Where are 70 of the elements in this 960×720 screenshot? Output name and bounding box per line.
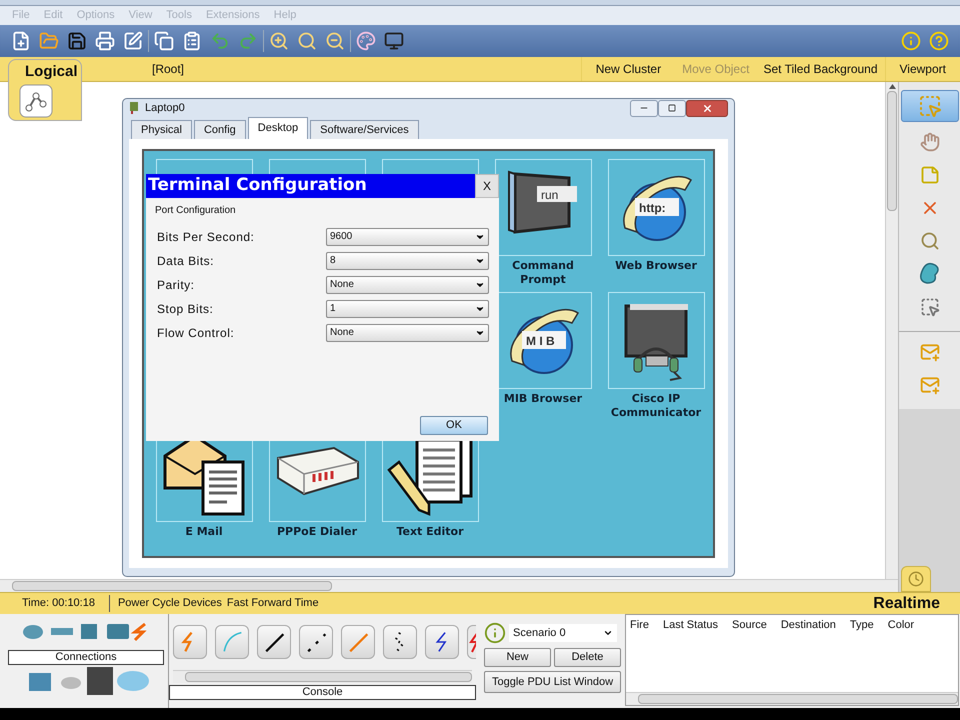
app-label[interactable]: Cisco IP Communicator bbox=[606, 392, 706, 420]
section-label: Port Configuration bbox=[155, 204, 237, 218]
dropdown[interactable]: 1 bbox=[326, 300, 489, 318]
dropdown[interactable]: 9600 bbox=[326, 228, 489, 246]
column-header[interactable]: Destination bbox=[780, 616, 836, 634]
scrollbar-thumb[interactable] bbox=[12, 581, 332, 591]
laptop-icon bbox=[129, 101, 141, 115]
mode-label: Realtime bbox=[873, 594, 940, 614]
status-action[interactable]: Fast Forward Time bbox=[226, 595, 319, 612]
app-label[interactable]: MIB Browser bbox=[504, 392, 582, 406]
app-label[interactable]: Text Editor bbox=[396, 525, 464, 539]
workspace-action[interactable]: Set Tiled Background bbox=[756, 57, 885, 81]
time-label: Time: 00:10:18 bbox=[8, 595, 110, 612]
dropdown[interactable]: None bbox=[326, 324, 489, 342]
window-tab[interactable]: Desktop bbox=[248, 117, 308, 139]
column-header[interactable]: Last Status bbox=[662, 616, 718, 634]
dropdown[interactable]: None bbox=[326, 276, 489, 294]
clock-icon bbox=[908, 571, 924, 587]
field-label: Flow Control: bbox=[156, 324, 236, 342]
scenario-dropdown[interactable]: Scenario 0 bbox=[509, 624, 617, 642]
field-label: Stop Bits: bbox=[156, 300, 214, 318]
dialog-title: Terminal Configuration bbox=[146, 174, 475, 198]
horizontal-scrollbar[interactable] bbox=[0, 579, 898, 592]
field-label: Data Bits: bbox=[156, 252, 216, 270]
field-label: Bits Per Second: bbox=[156, 228, 256, 246]
category-label: Connections bbox=[8, 650, 164, 665]
app-label[interactable]: Web Browser bbox=[615, 259, 697, 273]
dialog-close-button[interactable]: X bbox=[475, 174, 499, 198]
app-label[interactable]: PPPoE Dialer bbox=[276, 525, 358, 539]
scrollbar-thumb[interactable] bbox=[185, 672, 472, 682]
scroll-up-arrow-icon[interactable] bbox=[888, 84, 896, 89]
clock-tab[interactable] bbox=[901, 566, 931, 592]
scenario-button[interactable]: New bbox=[484, 648, 551, 667]
horizontal-scrollbar[interactable] bbox=[626, 692, 958, 705]
select-tool-icon[interactable] bbox=[900, 90, 958, 122]
path-label: [Root] bbox=[152, 61, 184, 78]
curve-icon[interactable] bbox=[215, 625, 249, 659]
maximize-button[interactable] bbox=[658, 100, 686, 116]
vertical-scrollbar[interactable] bbox=[885, 82, 898, 579]
dotted-curve-icon[interactable] bbox=[383, 625, 417, 659]
status-action[interactable]: Power Cycle Devices bbox=[118, 595, 222, 612]
lightning-icon[interactable] bbox=[425, 625, 459, 659]
network-icon bbox=[19, 84, 53, 118]
scrollbar-thumb[interactable] bbox=[887, 91, 897, 211]
workspace-action[interactable]: New Cluster bbox=[580, 57, 676, 81]
close-button[interactable] bbox=[686, 100, 728, 116]
cable-type-label: Console bbox=[169, 685, 476, 700]
window-title: Laptop0 bbox=[145, 100, 185, 116]
info-icon[interactable] bbox=[484, 622, 506, 644]
horizontal-scrollbar[interactable] bbox=[173, 670, 472, 683]
toggle-pdu-button[interactable]: Toggle PDU List Window bbox=[484, 671, 621, 693]
column-header[interactable]: Fire bbox=[630, 616, 649, 634]
workspace-action[interactable]: Viewport bbox=[884, 57, 960, 81]
column-header[interactable]: Source bbox=[732, 616, 767, 634]
column-header[interactable]: Type bbox=[850, 616, 874, 634]
maximize-icon bbox=[668, 104, 676, 112]
window-tab[interactable]: Physical bbox=[131, 120, 192, 139]
app-tile[interactable]: http: bbox=[608, 159, 704, 256]
scenario-button[interactable]: Delete bbox=[554, 648, 621, 667]
close-icon bbox=[702, 102, 712, 114]
window-tab[interactable]: Software/Services bbox=[310, 120, 419, 139]
column-header[interactable]: Color bbox=[888, 616, 914, 634]
dropdown[interactable]: 8 bbox=[326, 252, 489, 270]
app-tile[interactable] bbox=[608, 292, 704, 389]
app-label[interactable]: E Mail bbox=[185, 525, 223, 539]
field-label: Parity: bbox=[156, 276, 196, 294]
window-tab[interactable]: Config bbox=[194, 120, 246, 139]
logical-tab[interactable]: Logical bbox=[8, 59, 82, 121]
ok-button[interactable]: OK bbox=[420, 416, 488, 435]
scrollbar-thumb[interactable] bbox=[638, 694, 958, 704]
